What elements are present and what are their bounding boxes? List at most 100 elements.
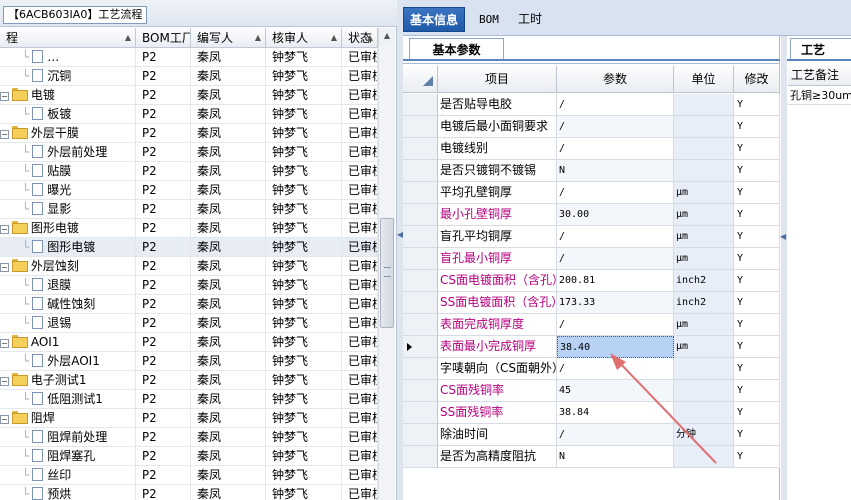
- param-modify-cell[interactable]: Y: [734, 446, 780, 468]
- param-unit-cell[interactable]: [674, 380, 734, 402]
- param-unit-cell[interactable]: [674, 402, 734, 424]
- col-header-process[interactable]: 程 ▲: [0, 28, 136, 48]
- row-indicator[interactable]: [403, 248, 438, 270]
- param-modify-cell[interactable]: Y: [734, 424, 780, 446]
- param-unit-cell[interactable]: μm: [674, 336, 734, 358]
- tree-node[interactable]: └ 沉铜: [0, 67, 136, 86]
- tree-node[interactable]: − 外层干膜: [0, 124, 136, 143]
- param-value-cell[interactable]: /: [557, 182, 674, 204]
- row-indicator[interactable]: [403, 116, 438, 138]
- tree-node[interactable]: └…: [0, 48, 136, 67]
- param-unit-cell[interactable]: μm: [674, 204, 734, 226]
- param-row[interactable]: 电镀后最小面铜要求 / Y: [403, 116, 780, 138]
- param-value-cell[interactable]: 38.84: [557, 402, 674, 424]
- row-indicator[interactable]: [403, 160, 438, 182]
- tree-node[interactable]: − 外层蚀刻: [0, 257, 136, 276]
- tree-row[interactable]: └ 预烘 P2秦凤钟梦飞已审核: [0, 485, 378, 500]
- collapse-icon[interactable]: −: [0, 377, 9, 386]
- collapse-icon[interactable]: −: [0, 92, 9, 101]
- row-indicator[interactable]: [403, 226, 438, 248]
- tree-row[interactable]: └ 显影 P2秦凤钟梦飞已审核: [0, 200, 378, 219]
- param-unit-cell[interactable]: [674, 116, 734, 138]
- tree-node[interactable]: └ 外层前处理: [0, 143, 136, 162]
- param-modify-cell[interactable]: Y: [734, 314, 780, 336]
- param-value-cell[interactable]: /: [557, 138, 674, 160]
- param-value-cell[interactable]: /: [557, 424, 674, 446]
- param-unit-cell[interactable]: μm: [674, 182, 734, 204]
- tree-node[interactable]: − 图形电镀: [0, 219, 136, 238]
- tree-node[interactable]: − 电子测试1: [0, 371, 136, 390]
- tab-basic-info[interactable]: 基本信息: [403, 7, 466, 32]
- tree-row[interactable]: └ 碱性蚀刻 P2秦凤钟梦飞已审核: [0, 295, 378, 314]
- tree-node[interactable]: └ 显影: [0, 200, 136, 219]
- tree-row[interactable]: └ 丝印 P2秦凤钟梦飞已审核: [0, 466, 378, 485]
- tree-row[interactable]: └ 外层前处理 P2秦凤钟梦飞已审核: [0, 143, 378, 162]
- param-unit-cell[interactable]: μm: [674, 226, 734, 248]
- tree-row[interactable]: └ 退锡 P2秦凤钟梦飞已审核: [0, 314, 378, 333]
- tab-basic-params[interactable]: 基本参数: [409, 38, 504, 60]
- tree-row[interactable]: └ 板镀 P2秦凤钟梦飞已审核: [0, 105, 378, 124]
- param-value-cell[interactable]: 30.00: [557, 204, 674, 226]
- row-indicator[interactable]: [403, 204, 438, 226]
- tree-row[interactable]: └ 退膜 P2秦凤钟梦飞已审核: [0, 276, 378, 295]
- param-unit-cell[interactable]: [674, 358, 734, 380]
- param-row[interactable]: 盲孔最小铜厚 / μm Y: [403, 248, 780, 270]
- tree-scrollbar[interactable]: ▲: [378, 28, 395, 500]
- param-modify-cell[interactable]: Y: [734, 248, 780, 270]
- param-value-cell[interactable]: /: [557, 248, 674, 270]
- row-indicator[interactable]: [403, 314, 438, 336]
- tree-node[interactable]: └ 贴膜: [0, 162, 136, 181]
- tree-node[interactable]: └ 图形电镀: [0, 238, 136, 257]
- tab-labor-hours[interactable]: 工时: [512, 7, 548, 32]
- param-row[interactable]: 表面完成铜厚度 / μm Y: [403, 314, 780, 336]
- tree-node[interactable]: └ 低阻测试1: [0, 390, 136, 409]
- param-value-cell[interactable]: N: [557, 160, 674, 182]
- tree-row[interactable]: └ 低阻测试1 P2秦凤钟梦飞已审核: [0, 390, 378, 409]
- param-row[interactable]: 最小孔壁铜厚 30.00 μm Y: [403, 204, 780, 226]
- scroll-thumb[interactable]: [380, 218, 394, 328]
- param-modify-cell[interactable]: Y: [734, 292, 780, 314]
- tree-row[interactable]: └ 贴膜 P2秦凤钟梦飞已审核: [0, 162, 378, 181]
- row-indicator[interactable]: [403, 424, 438, 446]
- row-indicator[interactable]: [403, 292, 438, 314]
- param-row[interactable]: 电镀线别 / Y: [403, 138, 780, 160]
- param-row[interactable]: 是否贴导电胶 / Y: [403, 94, 780, 116]
- param-modify-cell[interactable]: Y: [734, 204, 780, 226]
- col-header-bom[interactable]: BOM工厂: [136, 28, 191, 48]
- param-modify-cell[interactable]: Y: [734, 182, 780, 204]
- tree-row[interactable]: └ 沉铜 P2秦凤钟梦飞已审核: [0, 67, 378, 86]
- collapse-right-icon[interactable]: ◀: [780, 232, 786, 241]
- param-modify-cell[interactable]: Y: [734, 94, 780, 116]
- collapse-icon[interactable]: −: [0, 130, 9, 139]
- tree-node[interactable]: └ 预烘: [0, 485, 136, 500]
- tree-node[interactable]: − AOI1: [0, 333, 136, 352]
- param-row[interactable]: CS面残铜率 45 Y: [403, 380, 780, 402]
- tab-bom[interactable]: BOM: [473, 7, 505, 32]
- tree-row[interactable]: └ 外层AOI1 P2秦凤钟梦飞已审核: [0, 352, 378, 371]
- param-modify-cell[interactable]: Y: [734, 116, 780, 138]
- param-value-cell[interactable]: /: [557, 94, 674, 116]
- tree-node[interactable]: └ 碱性蚀刻: [0, 295, 136, 314]
- tree-row[interactable]: └ 曝光 P2秦凤钟梦飞已审核: [0, 181, 378, 200]
- param-value-cell[interactable]: /: [557, 226, 674, 248]
- param-unit-cell[interactable]: μm: [674, 248, 734, 270]
- param-unit-cell[interactable]: [674, 446, 734, 468]
- param-value-cell[interactable]: 38.40: [557, 336, 674, 358]
- tree-group-row[interactable]: − 电子测试1P2秦凤钟梦飞已审核: [0, 371, 378, 390]
- row-indicator[interactable]: [403, 94, 438, 116]
- param-value-cell[interactable]: 173.33: [557, 292, 674, 314]
- row-indicator[interactable]: [403, 446, 438, 468]
- tree-node[interactable]: └ 丝印: [0, 466, 136, 485]
- collapse-icon[interactable]: −: [0, 339, 9, 348]
- tree-group-row[interactable]: − AOI1P2秦凤钟梦飞已审核: [0, 333, 378, 352]
- tree-node[interactable]: └ 曝光: [0, 181, 136, 200]
- col-header-param[interactable]: 参数: [557, 66, 674, 93]
- row-indicator[interactable]: [403, 336, 438, 358]
- tree-group-row[interactable]: − 阻焊P2秦凤钟梦飞已审核: [0, 409, 378, 428]
- col-header-modify[interactable]: 修改: [734, 66, 780, 93]
- param-unit-cell[interactable]: inch2: [674, 292, 734, 314]
- param-modify-cell[interactable]: Y: [734, 160, 780, 182]
- param-modify-cell[interactable]: Y: [734, 336, 780, 358]
- select-all-corner[interactable]: [403, 66, 438, 93]
- param-value-cell[interactable]: 45: [557, 380, 674, 402]
